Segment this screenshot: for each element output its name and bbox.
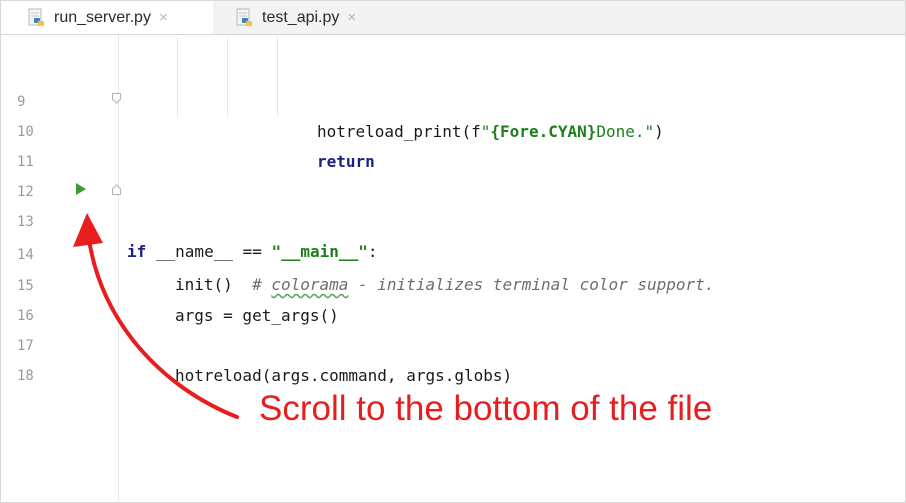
annotation-text: Scroll to the bottom of the file — [259, 389, 713, 428]
editor-window: run_server.py × test_api.py × 9 hotreloa… — [0, 0, 906, 503]
